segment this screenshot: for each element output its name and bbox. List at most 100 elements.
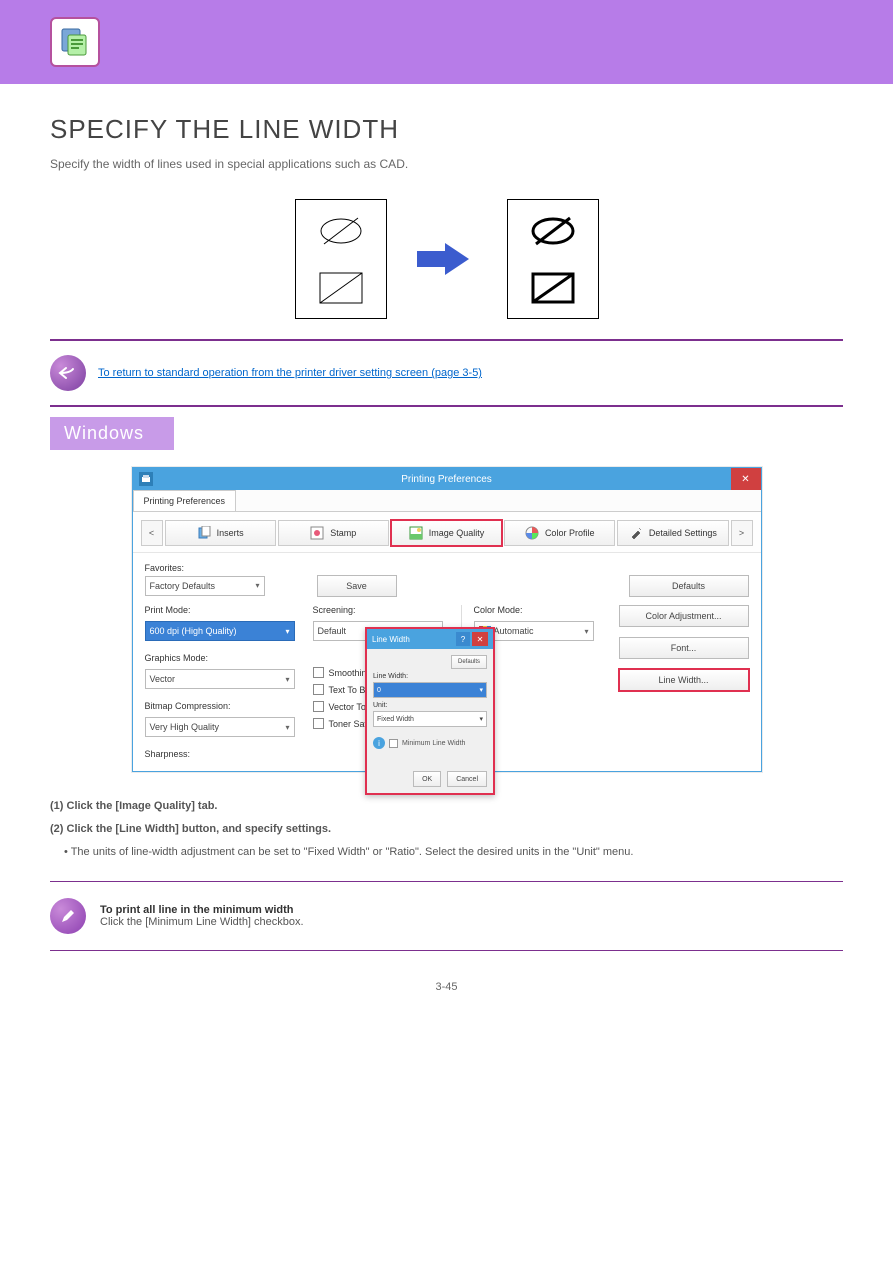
select-value: Fixed Width [377,716,414,723]
popup-ok-button[interactable]: OK [413,771,441,787]
tab-color-profile[interactable]: Color Profile [504,520,615,546]
popup-cancel-button[interactable]: Cancel [447,771,487,787]
image-quality-icon [409,526,423,540]
chevron-down-icon: ▾ [285,627,289,636]
button-label: Defaults [672,581,705,591]
color-mode-label: Color Mode: [474,605,601,615]
steps: (1) Click the [Image Quality] tab. (2) C… [50,797,843,861]
favorites-row: Favorites: Factory Defaults ▾ Save Defau… [133,553,761,601]
defaults-button[interactable]: Defaults [629,575,749,597]
favorites-label: Favorites: [145,563,265,573]
divider [50,405,843,407]
inserts-icon [197,526,211,540]
min-line-width-label: Minimum Line Width [402,740,465,747]
color-adjustment-button[interactable]: Color Adjustment... [619,605,749,627]
popup-info-row: i Minimum Line Width [373,737,487,749]
note-title: To print all line in the minimum width [100,904,304,916]
divider [50,950,843,951]
close-icon[interactable]: ✕ [472,632,488,646]
tab-label: Image Quality [429,528,485,538]
line-width-popup: Line Width ? ✕ Defaults Line Width: 0▾ U… [365,627,495,795]
back-icon[interactable] [50,355,86,391]
popup-defaults-button[interactable]: Defaults [451,655,487,669]
chevron-down-icon: ▾ [285,723,289,732]
tab-detailed-settings[interactable]: Detailed Settings [617,520,728,546]
tab-stamp[interactable]: Stamp [278,520,389,546]
bitmap-select[interactable]: Very High Quality ▾ [145,717,295,737]
popup-titlebar: Line Width ? ✕ [367,629,493,649]
select-value: 600 dpi (High Quality) [150,626,237,636]
favorites-select[interactable]: Factory Defaults ▾ [145,576,265,596]
step-2: (2) Click the [Line Width] button, and s… [50,823,331,835]
select-value: Default [318,626,347,636]
popup-unit-select[interactable]: Fixed Width ▾ [373,711,487,727]
note-row: To print all line in the minimum width C… [50,892,843,940]
col-right: Color Adjustment... Font... Line Width..… [619,605,749,759]
save-button[interactable]: Save [317,575,397,597]
button-label: Font... [671,643,697,653]
printer-icon [139,472,153,486]
tab-printing-preferences[interactable]: Printing Preferences [133,490,237,511]
dialog-titlebar: Printing Preferences ✕ [133,468,761,490]
back-link[interactable]: To return to standard operation from the… [98,367,482,379]
graphics-mode-label: Graphics Mode: [145,653,295,663]
chevron-down-icon: ▾ [255,581,259,590]
info-icon: i [373,737,385,749]
font-button[interactable]: Font... [619,637,749,659]
dialog-title: Printing Preferences [401,474,492,485]
chevron-down-icon: ▾ [479,686,483,694]
page-number: 3-45 [50,981,843,993]
select-value: Vector [150,674,176,684]
chevron-down-icon: ▾ [479,715,483,723]
line-width-button[interactable]: Line Width... [619,669,749,691]
sharpness-label: Sharpness: [145,749,295,759]
tab-inserts[interactable]: Inserts [165,520,276,546]
illus-before [295,199,387,319]
select-value: Very High Quality [150,722,220,732]
button-label: Line Width... [658,675,708,685]
select-value: 0 [377,687,381,694]
tab-image-quality[interactable]: Image Quality [391,520,502,546]
button-label: Color Adjustment... [645,611,721,621]
print-mode-label: Print Mode: [145,605,295,615]
help-icon[interactable]: ? [456,632,470,646]
col-left: Print Mode: 600 dpi (High Quality) ▾ Grap… [145,605,295,759]
note-body: Click the [Minimum Line Width] checkbox. [100,916,304,928]
select-value: Automatic [494,626,534,636]
chevron-down-icon: ▾ [584,627,588,636]
popup-title-text: Line Width [372,635,410,644]
tab-label: Stamp [330,528,356,538]
category-tabs: < Inserts Stamp Image Quality Color Prof… [133,512,761,553]
print-mode-select[interactable]: 600 dpi (High Quality) ▾ [145,621,295,641]
divider [50,339,843,341]
popup-line-width-label: Line Width: [373,673,487,680]
graphics-mode-select[interactable]: Vector ▾ [145,669,295,689]
wrench-icon [629,526,643,540]
popup-line-width-select[interactable]: 0▾ [373,682,487,698]
tabs-next[interactable]: > [731,520,753,546]
illustration [50,199,843,319]
tab-label: Detailed Settings [649,528,717,538]
step-bullet: • The units of line-width adjustment can… [64,843,843,862]
color-profile-icon [525,526,539,540]
select-value: Factory Defaults [150,581,216,591]
pencil-icon [50,898,86,934]
page-title: SPECIFY THE LINE WIDTH [50,114,843,145]
close-icon[interactable]: ✕ [731,468,761,490]
tab-label: Color Profile [545,528,595,538]
chevron-down-icon: ▾ [285,675,289,684]
outer-tab-strip: Printing Preferences [133,490,761,512]
printer-doc-icon [50,17,100,67]
bitmap-label: Bitmap Compression: [145,701,295,711]
header-banner [0,0,893,84]
stamp-icon [310,526,324,540]
tabs-prev[interactable]: < [141,520,163,546]
step-1: (1) Click the [Image Quality] tab. [50,800,217,812]
back-link-row: To return to standard operation from the… [50,351,843,395]
tab-label: Inserts [217,528,244,538]
popup-unit-label: Unit: [373,702,487,709]
os-tag: Windows [50,417,174,450]
divider [50,881,843,882]
illus-after [507,199,599,319]
button-label: Save [346,581,367,591]
